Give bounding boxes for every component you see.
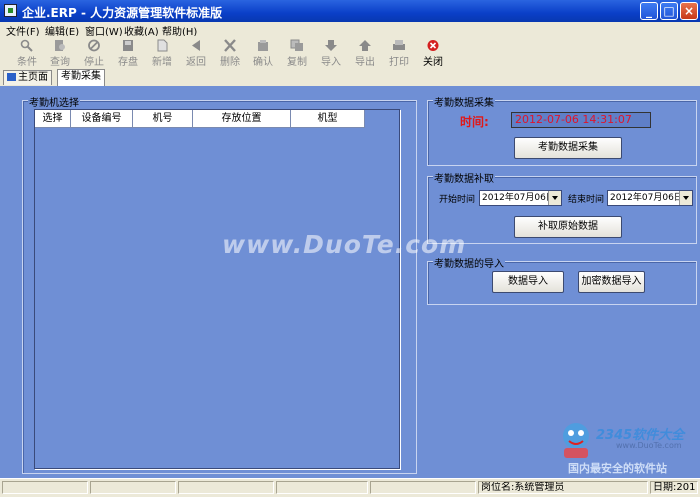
- toolbar-label: 复制: [287, 57, 307, 68]
- toolbar-label: 确认: [253, 57, 273, 68]
- page-icon: [7, 73, 16, 81]
- tab-bar: 主页面 考勤采集: [0, 68, 700, 86]
- toolbar-condition-button[interactable]: 条件: [12, 37, 42, 68]
- tab-attendance-collect[interactable]: 考勤采集: [57, 69, 105, 86]
- mascot-icon: [563, 423, 589, 458]
- watermark: www.DuoTe.com: [222, 230, 467, 259]
- toolbar-copy-button[interactable]: 复制: [282, 37, 312, 68]
- end-time-label: 结束时间: [568, 195, 605, 205]
- stop-icon: [88, 39, 100, 52]
- column-header-select[interactable]: 选择: [35, 110, 71, 128]
- import-icon: [325, 40, 337, 51]
- corner-url: www.DuoTe.com: [616, 441, 682, 450]
- group-caption: 考勤数据采集: [433, 94, 495, 109]
- toolbar-back-button[interactable]: 返回: [181, 37, 211, 68]
- group-caption: 考勤机选择: [28, 94, 80, 109]
- supplement-raw-data-button[interactable]: 补取原始数据: [514, 216, 622, 238]
- attendance-collect-button[interactable]: 考勤数据采集: [514, 137, 622, 159]
- end-date-picker[interactable]: 2012年07月06日: [607, 190, 693, 206]
- column-header-device-id[interactable]: 设备编号: [71, 110, 133, 128]
- toolbar-new-button[interactable]: 新增: [147, 37, 177, 68]
- status-cell: [178, 481, 274, 494]
- print-icon: [393, 40, 405, 50]
- toolbar-label: 查询: [50, 57, 70, 68]
- tab-label: 主页面: [18, 72, 48, 83]
- minimize-button[interactable]: _: [640, 2, 658, 20]
- start-time-label: 开始时间: [439, 195, 476, 205]
- corner-logo: 2345软件大全 www.DuoTe.com 国内最安全的软件站: [556, 418, 696, 476]
- toolbar-label: 删除: [220, 57, 240, 68]
- time-label: 时间:: [460, 115, 489, 129]
- toolbar-close-button[interactable]: 关闭: [418, 37, 448, 68]
- search-icon: [20, 39, 33, 52]
- app-icon: [4, 4, 17, 17]
- toolbar-label: 条件: [17, 57, 37, 68]
- menu-bar: 文件(F) 编辑(E) 窗口(W) 收藏(A) 帮助(H): [0, 22, 700, 38]
- toolbar-label: 存盘: [118, 57, 138, 68]
- confirm-icon: [258, 40, 268, 51]
- start-date-picker[interactable]: 2012年07月06日: [479, 190, 562, 206]
- new-icon: [157, 39, 168, 52]
- maximize-button[interactable]: □: [660, 2, 678, 20]
- copy-icon: [290, 39, 303, 51]
- toolbar-label: 打印: [389, 57, 409, 68]
- back-icon: [192, 40, 200, 51]
- toolbar-delete-button[interactable]: 删除: [215, 37, 245, 68]
- window-title: 企业.ERP - 人力资源管理软件标准版: [22, 6, 223, 20]
- toolbar-save-button[interactable]: 存盘: [113, 37, 143, 68]
- status-bar: 岗位名:系统管理员 日期:201: [0, 478, 700, 497]
- group-caption: 考勤数据补取: [433, 170, 495, 185]
- end-date-value: 2012年07月06日: [610, 193, 683, 203]
- toolbar-label: 新增: [152, 57, 172, 68]
- chevron-down-icon[interactable]: [679, 191, 692, 205]
- current-time-display: 2012-07-06 14:31:07: [511, 112, 651, 128]
- toolbar-label: 导出: [355, 57, 375, 68]
- status-cell: [370, 481, 476, 494]
- status-cell: [90, 481, 176, 494]
- device-grid[interactable]: 选择 设备编号 机号 存放位置 机型: [34, 109, 400, 469]
- chevron-down-icon[interactable]: [548, 191, 561, 205]
- toolbar-import-button[interactable]: 导入: [316, 37, 346, 68]
- title-bar: 企业.ERP - 人力资源管理软件标准版 _ □ ×: [0, 0, 700, 22]
- delete-icon: [224, 39, 236, 52]
- save-icon: [123, 40, 133, 51]
- toolbar-stop-button[interactable]: 停止: [79, 37, 109, 68]
- toolbar-query-button[interactable]: 查询: [45, 37, 75, 68]
- tab-label: 考勤采集: [61, 71, 101, 82]
- toolbar-export-button[interactable]: 导出: [350, 37, 380, 68]
- toolbar-label: 导入: [321, 57, 341, 68]
- toolbar-print-button[interactable]: 打印: [384, 37, 414, 68]
- status-cell: [276, 481, 368, 494]
- toolbar-label: 停止: [84, 57, 104, 68]
- column-header-machine-no[interactable]: 机号: [133, 110, 193, 128]
- close-icon: [427, 40, 439, 51]
- toolbar-label: 关闭: [423, 57, 443, 68]
- close-window-button[interactable]: ×: [680, 2, 698, 20]
- toolbar: 条件 查询 停止 存盘 新增 返回 删除 确认 复制 导入 导出 打印 关闭: [0, 36, 700, 69]
- toolbar-label: 返回: [186, 57, 206, 68]
- column-header-location[interactable]: 存放位置: [193, 110, 291, 128]
- column-header-model[interactable]: 机型: [291, 110, 365, 128]
- status-position: 岗位名:系统管理员: [478, 481, 648, 494]
- export-icon: [359, 40, 371, 51]
- status-date: 日期:201: [650, 481, 698, 494]
- data-import-button[interactable]: 数据导入: [492, 271, 564, 293]
- encrypted-data-import-button[interactable]: 加密数据导入: [578, 271, 645, 293]
- toolbar-confirm-button[interactable]: 确认: [248, 37, 278, 68]
- status-cell: [2, 481, 88, 494]
- tab-home[interactable]: 主页面: [3, 70, 52, 85]
- start-date-value: 2012年07月06日: [482, 193, 555, 203]
- corner-slogan: 国内最安全的软件站: [568, 462, 667, 475]
- query-icon: [55, 40, 65, 51]
